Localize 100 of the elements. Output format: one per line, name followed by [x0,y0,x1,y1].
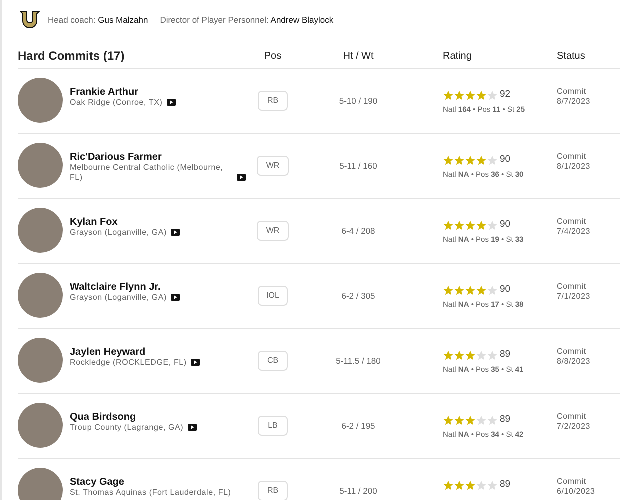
school-name: Grayson (Loganville, GA) [70,228,168,238]
height-weight: 6-2 / 305 [340,290,376,302]
school-name: Oak Ridge (Conroe, TX) [70,98,163,108]
star-icon [454,90,465,101]
video-icon[interactable] [171,229,180,236]
avatar [18,403,63,448]
avatar [18,468,63,500]
height-weight: 5-11.5 / 180 [335,354,382,368]
rating-score: 90 [500,283,511,297]
position-tag: RB [258,91,288,111]
rating-score: 90 [500,218,511,232]
logo-icon [20,11,40,29]
position-tag: WR [257,156,289,176]
commit-status: Commit [557,412,588,422]
rating-score: 89 [500,478,511,492]
rating-score: 89 [500,413,511,427]
player-name[interactable]: Stacy Gage [70,477,246,488]
height-weight: 6-4 / 208 [340,224,376,238]
star-icon [476,480,487,491]
star-icon [454,154,465,166]
star-icon [476,284,487,296]
star-icon [454,480,465,491]
position-tag: IOL [258,286,288,306]
position-tag: CB [258,351,288,371]
height-weight: 6-2 / 195 [340,420,376,432]
school-name: Melbourne Central Catholic (Melbourne, FL) [70,163,224,183]
star-icon [465,220,476,231]
video-icon[interactable] [190,359,200,366]
player-name[interactable]: Frankie Arthur [70,87,246,98]
star-icon [476,350,487,361]
commit-date: 7/2/2023 [557,422,591,432]
commit-date: 8/8/2023 [557,357,591,367]
commit-status: Commit [557,477,588,487]
star-icon [487,414,498,426]
player-name[interactable]: Waltclaire Flynn Jr. [70,282,246,293]
column-header: Status [556,50,586,64]
star-icon [465,480,476,491]
star-icon [476,414,487,426]
video-icon[interactable] [188,424,197,431]
player-name[interactable]: Qua Birdsong [70,412,246,423]
star-icon [443,154,454,166]
star-icon [487,284,498,296]
director-info: Director of Player Personnel: Andrew Blaylock [160,14,334,26]
star-icon [465,284,476,296]
rating-score: 90 [500,153,511,167]
rating-score: 89 [500,348,511,362]
star-icon [487,220,498,231]
position-tag: LB [258,416,288,436]
commit-date: 6/10/2023 [557,487,596,497]
star-icon [487,480,498,491]
video-icon[interactable] [237,174,246,181]
avatar [18,273,63,318]
avatar [18,208,63,253]
height-weight: 5-11 / 200 [338,484,378,498]
column-header: Pos [263,50,283,64]
video-icon[interactable] [166,99,176,106]
school-name: Grayson (Loganville, GA) [70,293,168,303]
commit-status: Commit [557,87,588,97]
star-icon [465,90,476,101]
star-icon [443,480,454,491]
position-tag: WR [257,221,289,241]
star-icon [454,284,465,296]
commit-date: 8/1/2023 [557,162,591,172]
star-icon [443,284,454,296]
commit-status: Commit [557,347,588,357]
position-tag: RB [258,481,288,500]
column-header: Ht / Wt [342,50,375,64]
star-icon [487,90,498,101]
star-icon [487,350,498,361]
player-name[interactable]: Ric'Darious Farmer [70,152,246,163]
coach-info: Head coach: Gus Malzahn [48,14,148,26]
star-icon [476,220,487,231]
star-icon [454,350,465,361]
player-name[interactable]: Jaylen Heyward [70,347,246,358]
star-icon [465,414,476,426]
video-icon[interactable] [171,294,180,301]
school-name: Troup County (Lagrange, GA) [70,423,184,433]
star-icon [476,154,487,166]
star-icon [476,90,487,101]
star-icon [454,414,465,426]
avatar [18,338,63,383]
star-icon [487,154,498,166]
avatar [18,78,63,123]
height-weight: 5-11 / 160 [338,160,378,172]
commit-date: 8/7/2023 [557,97,591,107]
star-icon [443,414,454,426]
star-icon [443,220,454,231]
commit-date: 7/1/2023 [557,292,591,302]
star-icon [443,350,454,361]
section-title: Hard Commits (17) [18,48,126,65]
commit-status: Commit [557,152,588,162]
player-name[interactable]: Kylan Fox [70,217,246,228]
rating-score: 92 [500,88,511,102]
avatar [18,143,63,188]
column-header: Rating [442,50,473,64]
commit-date: 7/4/2023 [557,227,591,237]
commit-status: Commit [557,217,588,227]
commit-status: Commit [557,282,588,292]
star-icon [465,350,476,361]
star-icon [454,220,465,231]
